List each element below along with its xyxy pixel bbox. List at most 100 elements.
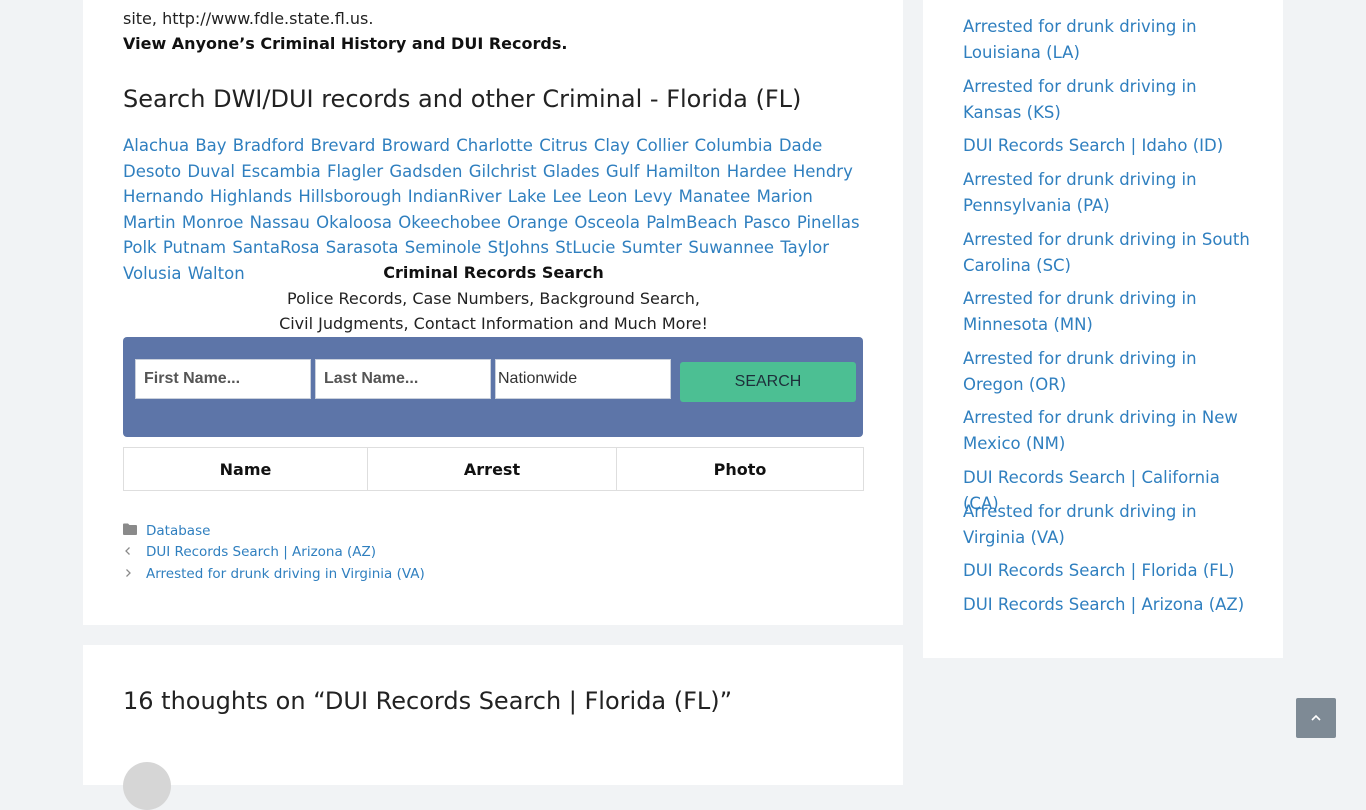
county-link-okaloosa[interactable]: Okaloosa bbox=[316, 213, 392, 232]
column-header-photo: Photo bbox=[616, 447, 864, 491]
county-link-dade[interactable]: Dade bbox=[779, 136, 822, 155]
county-link-monroe[interactable]: Monroe bbox=[182, 213, 243, 232]
sidebar-link-south-carolina[interactable]: Arrested for drunk driving in South Caro… bbox=[963, 230, 1250, 275]
sidebar-link-louisiana[interactable]: Arrested for drunk driving in Louisiana … bbox=[963, 17, 1197, 62]
county-link-sarasota[interactable]: Sarasota bbox=[326, 238, 399, 257]
sidebar-link-kansas[interactable]: Arrested for drunk driving in Kansas (KS… bbox=[963, 77, 1197, 122]
county-link-hamilton[interactable]: Hamilton bbox=[646, 162, 721, 181]
chevron-right-icon bbox=[123, 565, 139, 583]
comments-heading: 16 thoughts on “DUI Records Search | Flo… bbox=[123, 687, 733, 715]
county-link-orange[interactable]: Orange bbox=[507, 213, 568, 232]
county-link-hardee[interactable]: Hardee bbox=[727, 162, 787, 181]
county-link-lake[interactable]: Lake bbox=[508, 187, 546, 206]
criminal-records-title: Criminal Records Search bbox=[383, 263, 604, 282]
county-link-pinellas[interactable]: Pinellas bbox=[797, 213, 860, 232]
sidebar-link-florida[interactable]: DUI Records Search | Florida (FL) bbox=[963, 561, 1234, 580]
location-input[interactable] bbox=[495, 359, 671, 399]
sidebar-item: DUI Records Search | Idaho (ID) bbox=[963, 133, 1253, 159]
county-link-gilchrist[interactable]: Gilchrist bbox=[469, 162, 537, 181]
county-link-alachua[interactable]: Alachua bbox=[123, 136, 189, 155]
county-link-brevard[interactable]: Brevard bbox=[311, 136, 376, 155]
county-link-lee[interactable]: Lee bbox=[552, 187, 581, 206]
last-name-input[interactable] bbox=[315, 359, 491, 399]
next-post: Arrested for drunk driving in Virginia (… bbox=[123, 565, 425, 583]
sidebar-link-oregon[interactable]: Arrested for drunk driving in Oregon (OR… bbox=[963, 349, 1197, 394]
county-link-indianriver[interactable]: IndianRiver bbox=[408, 187, 502, 206]
county-link-gulf[interactable]: Gulf bbox=[606, 162, 640, 181]
county-link-collier[interactable]: Collier bbox=[636, 136, 688, 155]
chevron-left-icon bbox=[123, 543, 139, 561]
county-link-leon[interactable]: Leon bbox=[588, 187, 628, 206]
county-link-hendry[interactable]: Hendry bbox=[793, 162, 853, 181]
search-button[interactable]: SEARCH bbox=[680, 362, 856, 402]
county-link-stlucie[interactable]: StLucie bbox=[555, 238, 615, 257]
county-link-marion[interactable]: Marion bbox=[757, 187, 813, 206]
county-link-sumter[interactable]: Sumter bbox=[622, 238, 682, 257]
intro-bold-text: View Anyone’s Criminal History and DUI R… bbox=[123, 34, 568, 53]
sidebar-link-pennsylvania[interactable]: Arrested for drunk driving in Pennsylvan… bbox=[963, 170, 1197, 215]
table-header-row: Name Arrest Photo bbox=[123, 447, 864, 491]
back-to-top-button[interactable] bbox=[1296, 698, 1336, 738]
sidebar-item: Arrested for drunk driving in Louisiana … bbox=[963, 14, 1253, 65]
category-link[interactable]: Database bbox=[146, 523, 210, 539]
sidebar-item: DUI Records Search | Florida (FL) bbox=[963, 558, 1253, 584]
county-link-taylor[interactable]: Taylor bbox=[780, 238, 829, 257]
next-post-link[interactable]: Arrested for drunk driving in Virginia (… bbox=[146, 566, 425, 582]
county-link-okeechobee[interactable]: Okeechobee bbox=[398, 213, 501, 232]
sidebar-link-new-mexico[interactable]: Arrested for drunk driving in New Mexico… bbox=[963, 408, 1238, 453]
county-link-martin[interactable]: Martin bbox=[123, 213, 176, 232]
chevron-up-icon bbox=[1310, 709, 1322, 728]
sidebar-link-arizona[interactable]: DUI Records Search | Arizona (AZ) bbox=[963, 595, 1244, 614]
first-name-input[interactable] bbox=[135, 359, 311, 399]
county-link-hernando[interactable]: Hernando bbox=[123, 187, 204, 206]
sidebar-item: Arrested for drunk driving in South Caro… bbox=[963, 227, 1253, 278]
sidebar-item: Arrested for drunk driving in New Mexico… bbox=[963, 405, 1253, 456]
sidebar-item: Arrested for drunk driving in Oregon (OR… bbox=[963, 346, 1253, 397]
sidebar-link-minnesota[interactable]: Arrested for drunk driving in Minnesota … bbox=[963, 289, 1197, 334]
county-link-seminole[interactable]: Seminole bbox=[405, 238, 482, 257]
county-link-broward[interactable]: Broward bbox=[382, 136, 450, 155]
folder-icon bbox=[123, 522, 139, 540]
county-link-pasco[interactable]: Pasco bbox=[744, 213, 791, 232]
sidebar-item: Arrested for drunk driving in Minnesota … bbox=[963, 286, 1253, 337]
column-header-name: Name bbox=[123, 447, 368, 491]
results-table: Name Arrest Photo bbox=[123, 447, 864, 491]
county-link-stjohns[interactable]: StJohns bbox=[488, 238, 549, 257]
intro-site-text: site, http://www.fdle.state.fl.us. bbox=[123, 9, 374, 28]
criminal-records-line-1: Police Records, Case Numbers, Background… bbox=[287, 289, 700, 308]
county-link-charlotte[interactable]: Charlotte bbox=[456, 136, 533, 155]
post-category: Database bbox=[123, 522, 210, 540]
sidebar-link-idaho[interactable]: DUI Records Search | Idaho (ID) bbox=[963, 136, 1223, 155]
criminal-records-line-2: Civil Judgments, Contact Information and… bbox=[279, 314, 708, 333]
county-link-escambia[interactable]: Escambia bbox=[241, 162, 320, 181]
county-link-nassau[interactable]: Nassau bbox=[250, 213, 310, 232]
county-link-manatee[interactable]: Manatee bbox=[679, 187, 751, 206]
sidebar-item: DUI Records Search | Arizona (AZ) bbox=[963, 592, 1253, 618]
county-link-glades[interactable]: Glades bbox=[543, 162, 600, 181]
previous-post: DUI Records Search | Arizona (AZ) bbox=[123, 543, 376, 561]
county-link-palmbeach[interactable]: PalmBeach bbox=[646, 213, 737, 232]
county-link-flagler[interactable]: Flagler bbox=[327, 162, 383, 181]
column-header-arrest: Arrest bbox=[367, 447, 617, 491]
county-link-highlands[interactable]: Highlands bbox=[210, 187, 292, 206]
sidebar-item: Arrested for drunk driving in Kansas (KS… bbox=[963, 74, 1253, 125]
previous-post-link[interactable]: DUI Records Search | Arizona (AZ) bbox=[146, 544, 376, 560]
avatar bbox=[123, 762, 171, 810]
county-link-desoto[interactable]: Desoto bbox=[123, 162, 181, 181]
county-link-duval[interactable]: Duval bbox=[187, 162, 235, 181]
county-link-citrus[interactable]: Citrus bbox=[539, 136, 587, 155]
county-link-columbia[interactable]: Columbia bbox=[695, 136, 773, 155]
county-link-polk[interactable]: Polk bbox=[123, 238, 157, 257]
county-link-bradford[interactable]: Bradford bbox=[233, 136, 305, 155]
county-link-bay[interactable]: Bay bbox=[195, 136, 226, 155]
sidebar-item: Arrested for drunk driving in Pennsylvan… bbox=[963, 167, 1253, 218]
county-link-clay[interactable]: Clay bbox=[594, 136, 630, 155]
county-link-suwannee[interactable]: Suwannee bbox=[688, 238, 774, 257]
county-link-levy[interactable]: Levy bbox=[634, 187, 673, 206]
county-link-santarosa[interactable]: SantaRosa bbox=[232, 238, 319, 257]
county-link-putnam[interactable]: Putnam bbox=[163, 238, 226, 257]
sidebar-link-virginia[interactable]: Arrested for drunk driving in Virginia (… bbox=[963, 502, 1197, 547]
county-link-osceola[interactable]: Osceola bbox=[574, 213, 640, 232]
county-link-hillsborough[interactable]: Hillsborough bbox=[298, 187, 401, 206]
county-link-gadsden[interactable]: Gadsden bbox=[389, 162, 462, 181]
